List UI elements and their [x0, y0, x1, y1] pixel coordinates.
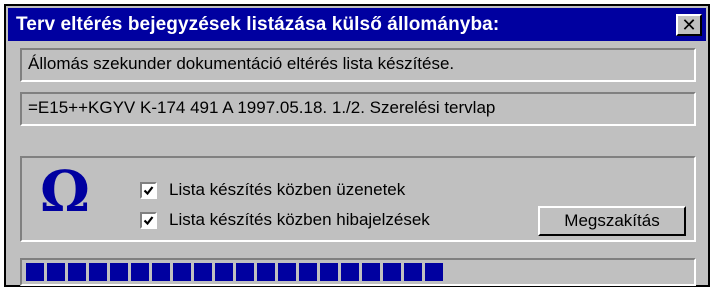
- progress-block: [425, 263, 443, 281]
- progress-block: [404, 263, 422, 281]
- progress-block: [173, 263, 191, 281]
- progress-block: [47, 263, 65, 281]
- omega-icon: Ω: [40, 159, 90, 225]
- progress-block: [26, 263, 44, 281]
- progress-block: [152, 263, 170, 281]
- progress-fill: [26, 263, 446, 281]
- errors-label: Lista készítés közben hibajelzések: [169, 210, 430, 229]
- messages-checkbox[interactable]: [140, 181, 157, 199]
- progress-block: [131, 263, 149, 281]
- progress-block: [257, 263, 275, 281]
- messages-label: Lista készítés közben üzenetek: [169, 180, 406, 199]
- progress-block: [89, 263, 107, 281]
- cancel-button[interactable]: Megszakítás: [538, 206, 686, 236]
- progress-block: [341, 263, 359, 281]
- errors-option[interactable]: Lista készítés közben hibajelzések: [140, 210, 430, 230]
- close-button[interactable]: ✕: [676, 13, 702, 36]
- progress-bar: [20, 258, 696, 286]
- progress-block: [215, 263, 233, 281]
- description-line: Állomás szekunder dokumentáció eltérés l…: [20, 48, 696, 82]
- progress-block: [299, 263, 317, 281]
- progress-block: [320, 263, 338, 281]
- title-bar[interactable]: Terv eltérés bejegyzések listázása külső…: [8, 8, 706, 41]
- dialog-window: Terv eltérés bejegyzések listázása külső…: [4, 4, 710, 287]
- options-panel: Ω Lista készítés közben üzenetek Lista k…: [20, 156, 696, 242]
- dialog-title: Terv eltérés bejegyzések listázása külső…: [16, 13, 500, 35]
- progress-block: [362, 263, 380, 281]
- progress-block: [383, 263, 401, 281]
- document-line: =E15++KGYV K-174 491 A 1997.05.18. 1./2.…: [20, 92, 696, 126]
- close-icon: ✕: [681, 14, 697, 35]
- progress-block: [68, 263, 86, 281]
- progress-block: [194, 263, 212, 281]
- progress-block: [236, 263, 254, 281]
- progress-block: [278, 263, 296, 281]
- check-icon: [143, 185, 154, 195]
- progress-block: [110, 263, 128, 281]
- check-icon: [143, 215, 154, 225]
- messages-option[interactable]: Lista készítés közben üzenetek: [140, 180, 405, 200]
- errors-checkbox[interactable]: [140, 211, 157, 229]
